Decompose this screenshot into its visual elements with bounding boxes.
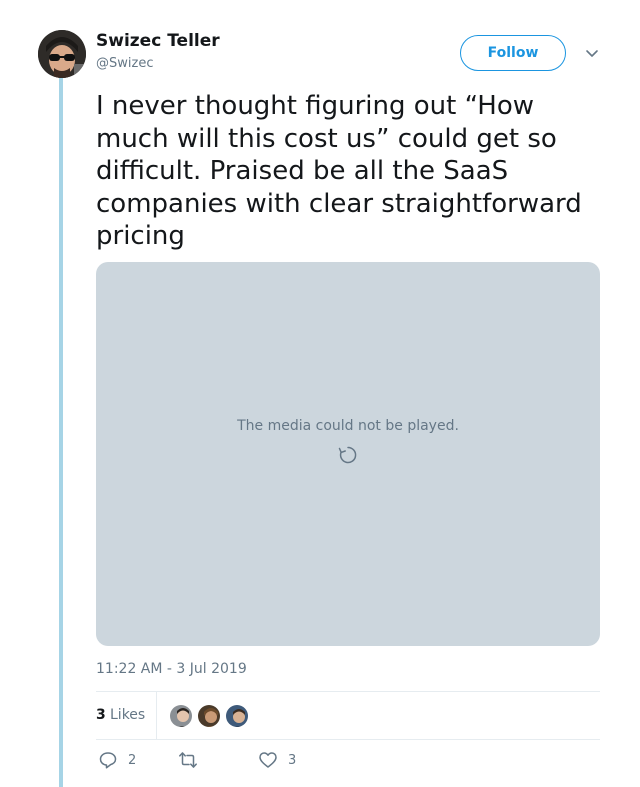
media-player[interactable]: The media could not be played. — [96, 262, 600, 646]
divider — [96, 739, 600, 740]
chevron-down-icon[interactable] — [584, 45, 600, 61]
likes-row: 3 Likes — [96, 692, 600, 739]
avatar-image — [38, 30, 86, 78]
like-count: 3 — [288, 752, 297, 768]
liker-avatar-image — [198, 705, 220, 727]
follow-button[interactable]: Follow — [460, 35, 566, 71]
reply-icon[interactable] — [98, 750, 118, 770]
reply-action[interactable]: 2 — [98, 750, 136, 770]
author-handle[interactable]: @Swizec — [96, 56, 153, 71]
reply-count: 2 — [128, 752, 137, 768]
likes-separator — [156, 692, 157, 739]
tweet-timestamp[interactable]: 11:22 AM - 3 Jul 2019 — [96, 661, 247, 677]
like-action[interactable]: 3 — [258, 750, 296, 770]
liker-avatar[interactable] — [224, 703, 250, 729]
likes-count[interactable]: 3 — [96, 707, 106, 723]
retweet-icon[interactable] — [178, 750, 198, 770]
liker-avatar[interactable] — [168, 703, 194, 729]
heart-icon[interactable] — [258, 750, 278, 770]
media-error-message: The media could not be played. — [237, 418, 459, 434]
likes-label[interactable]: Likes — [110, 707, 145, 723]
liker-avatar-image — [170, 705, 192, 727]
thread-line — [59, 78, 63, 787]
retry-icon[interactable] — [337, 444, 359, 466]
liker-avatar-image — [226, 705, 248, 727]
author-display-name[interactable]: Swizec Teller — [96, 31, 220, 51]
avatar[interactable] — [38, 30, 86, 78]
tweet-text: I never thought figuring out “How much w… — [96, 91, 591, 251]
retweet-action[interactable] — [178, 750, 208, 770]
liker-avatar[interactable] — [196, 703, 222, 729]
